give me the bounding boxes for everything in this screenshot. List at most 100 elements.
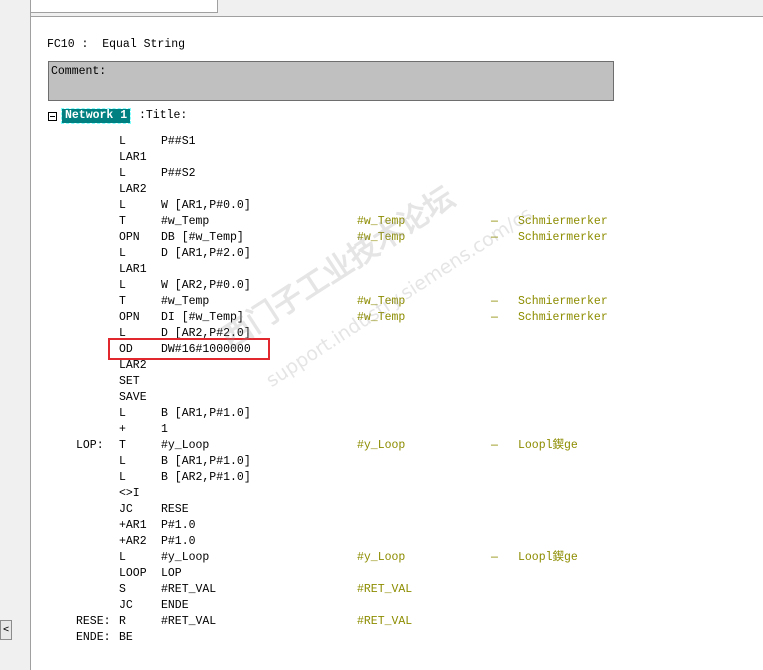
code-operation: T — [119, 215, 126, 228]
code-line[interactable]: L P##S1 — [31, 134, 731, 150]
code-line[interactable]: SAVE — [31, 390, 731, 406]
code-operand: #y_Loop — [161, 439, 210, 452]
code-label: RESE: — [76, 615, 111, 628]
block-comment-box[interactable]: Comment: — [48, 61, 614, 101]
code-line[interactable]: T #w_Temp #w_Temp — Schmiermerker — [31, 294, 731, 310]
code-line[interactable]: L P##S2 — [31, 166, 731, 182]
code-operand: B [AR1,P#1.0] — [161, 407, 251, 420]
code-operation: T — [119, 295, 126, 308]
code-operand: B [AR2,P#1.0] — [161, 471, 251, 484]
code-operand: P#1.0 — [161, 519, 196, 532]
code-line[interactable]: SET — [31, 374, 731, 390]
code-comment: Loopl鍥ge — [518, 551, 578, 564]
code-operand: DI [#w_Temp] — [161, 311, 244, 324]
code-operand: #w_Temp — [161, 295, 210, 308]
code-operation: L — [119, 167, 126, 180]
code-operand: W [AR1,P#0.0] — [161, 199, 251, 212]
code-operand: ENDE — [161, 599, 189, 612]
code-line[interactable]: LAR1 — [31, 150, 731, 166]
code-operation: OPN — [119, 231, 140, 244]
code-editor[interactable]: FC10 : Equal String Comment: Network 1 :… — [31, 17, 763, 670]
code-operation: JC — [119, 599, 133, 612]
code-symbol: #w_Temp — [357, 311, 406, 324]
code-operation: LOOP — [119, 567, 147, 580]
code-line[interactable]: +1 — [31, 422, 731, 438]
code-comment: Schmiermerker — [518, 215, 608, 228]
code-operation: S — [119, 583, 126, 596]
code-symbol: #w_Temp — [357, 231, 406, 244]
code-comment-dash: — — [491, 311, 498, 324]
code-line[interactable]: JC RESE — [31, 502, 731, 518]
code-operand: #RET_VAL — [161, 615, 217, 628]
code-operation: R — [119, 615, 126, 628]
code-symbol: #y_Loop — [357, 551, 406, 564]
code-operation: L — [119, 455, 126, 468]
code-line[interactable]: RESE: R #RET_VAL #RET_VAL — [31, 614, 731, 630]
code-symbol: #RET_VAL — [357, 583, 413, 596]
code-operation: L — [119, 407, 126, 420]
code-line[interactable]: L W [AR2,P#0.0] — [31, 278, 731, 294]
scroll-left-button[interactable]: < — [0, 620, 12, 640]
code-comment-dash: — — [491, 215, 498, 228]
code-operation: OPN — [119, 311, 140, 324]
code-comment-dash: — — [491, 551, 498, 564]
code-operation: SAVE — [119, 391, 147, 404]
comment-label: Comment: — [51, 65, 107, 78]
code-operation: LAR2 — [119, 359, 147, 372]
code-line[interactable]: LAR1 — [31, 262, 731, 278]
network-label[interactable]: Network 1 — [60, 108, 132, 124]
code-comment-dash: — — [491, 295, 498, 308]
code-symbol: #RET_VAL — [357, 615, 413, 628]
code-operation: L — [119, 551, 126, 564]
code-line[interactable]: L W [AR1,P#0.0] — [31, 198, 731, 214]
code-operand: P##S2 — [161, 167, 196, 180]
code-operation: L — [119, 471, 126, 484]
code-line[interactable]: L #y_Loop #y_Loop — Loopl鍥ge — [31, 550, 731, 566]
code-symbol: #w_Temp — [357, 215, 406, 228]
code-operand: #RET_VAL — [161, 583, 217, 596]
code-symbol: #y_Loop — [357, 439, 406, 452]
code-line[interactable]: LOOP LOP — [31, 566, 731, 582]
code-operation: +AR2 — [119, 535, 147, 548]
code-line[interactable]: T #w_Temp #w_Temp — Schmiermerker — [31, 214, 731, 230]
code-operation: L — [119, 199, 126, 212]
code-line[interactable]: L D [AR1,P#2.0] — [31, 246, 731, 262]
code-operand: P##S1 — [161, 135, 196, 148]
code-operand: #y_Loop — [161, 551, 210, 564]
code-line[interactable]: LAR2 — [31, 182, 731, 198]
code-comment-dash: — — [491, 439, 498, 452]
code-line[interactable]: OPN DB [#w_Temp] #w_Temp — Schmiermerker — [31, 230, 731, 246]
left-panel-strip: < — [0, 0, 31, 670]
code-line[interactable]: S #RET_VAL #RET_VAL — [31, 582, 731, 598]
code-operation: + — [119, 423, 126, 436]
stl-editor-window: < FC10 : Equal String Comment: Network 1… — [0, 0, 763, 670]
code-line[interactable]: L B [AR2,P#1.0] — [31, 470, 731, 486]
code-operation: L — [119, 247, 126, 260]
code-line[interactable]: +AR1 P#1.0 — [31, 518, 731, 534]
code-line[interactable]: JC ENDE — [31, 598, 731, 614]
code-operand: B [AR1,P#1.0] — [161, 455, 251, 468]
top-tab[interactable] — [0, 0, 218, 13]
code-label: LOP: — [76, 439, 104, 452]
code-line[interactable]: L B [AR1,P#1.0] — [31, 454, 731, 470]
collapse-network-icon[interactable] — [48, 112, 57, 121]
code-operand: D [AR1,P#2.0] — [161, 247, 251, 260]
code-line[interactable]: ENDE: BE — [31, 630, 731, 646]
code-line[interactable]: +AR2 P#1.0 — [31, 534, 731, 550]
code-line[interactable]: LAR2 — [31, 358, 731, 374]
network-title[interactable]: :Title: — [139, 109, 187, 123]
code-line[interactable]: LOP: T #y_Loop #y_Loop — Loopl鍥ge — [31, 438, 731, 454]
code-line[interactable]: <>I — [31, 486, 731, 502]
code-comment: Schmiermerker — [518, 295, 608, 308]
code-line[interactable]: L B [AR1,P#1.0] — [31, 406, 731, 422]
code-operand: RESE — [161, 503, 189, 516]
code-operation: L — [119, 279, 126, 292]
code-operand: P#1.0 — [161, 535, 196, 548]
code-operation: L — [119, 135, 126, 148]
code-comment: Schmiermerker — [518, 311, 608, 324]
code-operation: BE — [119, 631, 133, 644]
code-operand: 1 — [161, 423, 168, 436]
code-line[interactable]: OPN DI [#w_Temp] #w_Temp — Schmiermerker — [31, 310, 731, 326]
code-operation: SET — [119, 375, 140, 388]
code-operand: #w_Temp — [161, 215, 210, 228]
